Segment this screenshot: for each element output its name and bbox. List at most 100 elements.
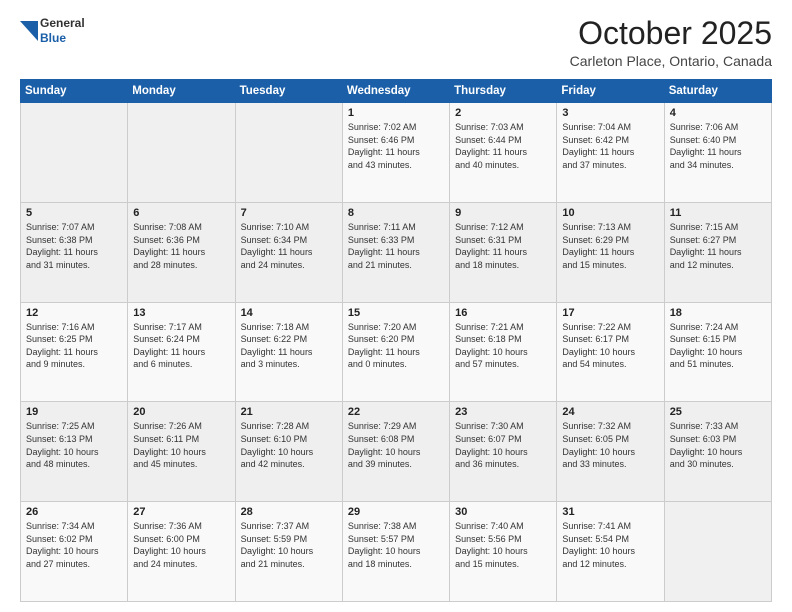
day-info: Sunrise: 7:15 AM Sunset: 6:27 PM Dayligh… — [670, 221, 766, 271]
day-number: 6 — [133, 207, 229, 219]
day-info: Sunrise: 7:13 AM Sunset: 6:29 PM Dayligh… — [562, 221, 658, 271]
day-info: Sunrise: 7:32 AM Sunset: 6:05 PM Dayligh… — [562, 420, 658, 470]
day-number: 27 — [133, 506, 229, 518]
day-number: 20 — [133, 406, 229, 418]
calendar-cell: 5 Sunrise: 7:07 AM Sunset: 6:38 PM Daylig… — [21, 202, 128, 302]
title-block: October 2025 Carleton Place, Ontario, Ca… — [570, 16, 772, 69]
calendar-week-row: 19 Sunrise: 7:25 AM Sunset: 6:13 PM Dayli… — [21, 402, 772, 502]
calendar-cell: 17 Sunrise: 7:22 AM Sunset: 6:17 PM Dayli… — [557, 302, 664, 402]
day-number: 19 — [26, 406, 122, 418]
weekday-header-saturday: Saturday — [664, 80, 771, 103]
calendar-cell: 13 Sunrise: 7:17 AM Sunset: 6:24 PM Dayli… — [128, 302, 235, 402]
day-number: 12 — [26, 307, 122, 319]
day-info: Sunrise: 7:21 AM Sunset: 6:18 PM Dayligh… — [455, 321, 551, 371]
weekday-header-friday: Friday — [557, 80, 664, 103]
calendar-cell: 31 Sunrise: 7:41 AM Sunset: 5:54 PM Dayli… — [557, 502, 664, 602]
day-info: Sunrise: 7:28 AM Sunset: 6:10 PM Dayligh… — [241, 420, 337, 470]
day-info: Sunrise: 7:17 AM Sunset: 6:24 PM Dayligh… — [133, 321, 229, 371]
day-number: 22 — [348, 406, 444, 418]
calendar-cell: 2 Sunrise: 7:03 AM Sunset: 6:44 PM Daylig… — [450, 103, 557, 203]
calendar-cell: 18Sunrise: 7:24 AM Sunset: 6:15 PM Dayli… — [664, 302, 771, 402]
logo: General Blue — [20, 16, 85, 46]
day-number: 7 — [241, 207, 337, 219]
calendar-week-row: 12 Sunrise: 7:16 AM Sunset: 6:25 PM Dayli… — [21, 302, 772, 402]
day-info: Sunrise: 7:36 AM Sunset: 6:00 PM Dayligh… — [133, 520, 229, 570]
day-info: Sunrise: 7:11 AM Sunset: 6:33 PM Dayligh… — [348, 221, 444, 271]
calendar-cell — [21, 103, 128, 203]
weekday-header-monday: Monday — [128, 80, 235, 103]
calendar-cell: 23Sunrise: 7:30 AM Sunset: 6:07 PM Dayli… — [450, 402, 557, 502]
day-info: Sunrise: 7:20 AM Sunset: 6:20 PM Dayligh… — [348, 321, 444, 371]
calendar-cell: 9 Sunrise: 7:12 AM Sunset: 6:31 PM Daylig… — [450, 202, 557, 302]
day-number: 13 — [133, 307, 229, 319]
day-number: 21 — [241, 406, 337, 418]
day-number: 9 — [455, 207, 551, 219]
calendar-cell: 30 Sunrise: 7:40 AM Sunset: 5:56 PM Dayli… — [450, 502, 557, 602]
day-info: Sunrise: 7:16 AM Sunset: 6:25 PM Dayligh… — [26, 321, 122, 371]
calendar-cell: 7 Sunrise: 7:10 AM Sunset: 6:34 PM Daylig… — [235, 202, 342, 302]
day-number: 26 — [26, 506, 122, 518]
calendar-cell: 14Sunrise: 7:18 AM Sunset: 6:22 PM Dayli… — [235, 302, 342, 402]
page: General Blue October 2025 Carleton Place… — [0, 0, 792, 612]
calendar-cell: 12 Sunrise: 7:16 AM Sunset: 6:25 PM Dayli… — [21, 302, 128, 402]
calendar-cell: 21 Sunrise: 7:28 AM Sunset: 6:10 PM Dayli… — [235, 402, 342, 502]
day-number: 4 — [670, 107, 766, 119]
calendar-cell — [235, 103, 342, 203]
day-number: 10 — [562, 207, 658, 219]
calendar-cell: 16 Sunrise: 7:21 AM Sunset: 6:18 PM Dayli… — [450, 302, 557, 402]
day-number: 18 — [670, 307, 766, 319]
day-info: Sunrise: 7:25 AM Sunset: 6:13 PM Dayligh… — [26, 420, 122, 470]
calendar-body: 1 Sunrise: 7:02 AM Sunset: 6:46 PM Daylig… — [21, 103, 772, 602]
day-number: 14 — [241, 307, 337, 319]
calendar-cell: 24Sunrise: 7:32 AM Sunset: 6:05 PM Dayli… — [557, 402, 664, 502]
calendar-header: SundayMondayTuesdayWednesdayThursdayFrid… — [21, 80, 772, 103]
day-info: Sunrise: 7:03 AM Sunset: 6:44 PM Dayligh… — [455, 121, 551, 171]
day-number: 30 — [455, 506, 551, 518]
day-number: 15 — [348, 307, 444, 319]
calendar-cell: 26 Sunrise: 7:34 AM Sunset: 6:02 PM Dayli… — [21, 502, 128, 602]
weekday-header-sunday: Sunday — [21, 80, 128, 103]
logo-triangle-icon — [20, 21, 38, 41]
day-info: Sunrise: 7:37 AM Sunset: 5:59 PM Dayligh… — [241, 520, 337, 570]
day-info: Sunrise: 7:07 AM Sunset: 6:38 PM Dayligh… — [26, 221, 122, 271]
day-number: 17 — [562, 307, 658, 319]
day-number: 29 — [348, 506, 444, 518]
calendar-cell: 6Sunrise: 7:08 AM Sunset: 6:36 PM Daylig… — [128, 202, 235, 302]
weekday-header-tuesday: Tuesday — [235, 80, 342, 103]
day-info: Sunrise: 7:41 AM Sunset: 5:54 PM Dayligh… — [562, 520, 658, 570]
day-info: Sunrise: 7:26 AM Sunset: 6:11 PM Dayligh… — [133, 420, 229, 470]
weekday-header-wednesday: Wednesday — [342, 80, 449, 103]
day-info: Sunrise: 7:12 AM Sunset: 6:31 PM Dayligh… — [455, 221, 551, 271]
day-info: Sunrise: 7:10 AM Sunset: 6:34 PM Dayligh… — [241, 221, 337, 271]
calendar-table: SundayMondayTuesdayWednesdayThursdayFrid… — [20, 79, 772, 602]
day-info: Sunrise: 7:40 AM Sunset: 5:56 PM Dayligh… — [455, 520, 551, 570]
calendar-cell: 11Sunrise: 7:15 AM Sunset: 6:27 PM Dayli… — [664, 202, 771, 302]
weekday-header-thursday: Thursday — [450, 80, 557, 103]
day-number: 2 — [455, 107, 551, 119]
calendar-cell: 28 Sunrise: 7:37 AM Sunset: 5:59 PM Dayli… — [235, 502, 342, 602]
day-info: Sunrise: 7:29 AM Sunset: 6:08 PM Dayligh… — [348, 420, 444, 470]
day-info: Sunrise: 7:22 AM Sunset: 6:17 PM Dayligh… — [562, 321, 658, 371]
day-number: 1 — [348, 107, 444, 119]
day-number: 25 — [670, 406, 766, 418]
calendar-cell — [128, 103, 235, 203]
calendar-week-row: 5 Sunrise: 7:07 AM Sunset: 6:38 PM Daylig… — [21, 202, 772, 302]
day-number: 3 — [562, 107, 658, 119]
day-number: 16 — [455, 307, 551, 319]
day-info: Sunrise: 7:38 AM Sunset: 5:57 PM Dayligh… — [348, 520, 444, 570]
calendar-cell: 8 Sunrise: 7:11 AM Sunset: 6:33 PM Daylig… — [342, 202, 449, 302]
main-title: October 2025 — [570, 16, 772, 51]
day-info: Sunrise: 7:34 AM Sunset: 6:02 PM Dayligh… — [26, 520, 122, 570]
day-info: Sunrise: 7:04 AM Sunset: 6:42 PM Dayligh… — [562, 121, 658, 171]
calendar-cell: 4Sunrise: 7:06 AM Sunset: 6:40 PM Daylig… — [664, 103, 771, 203]
weekday-header-row: SundayMondayTuesdayWednesdayThursdayFrid… — [21, 80, 772, 103]
calendar-cell: 29 Sunrise: 7:38 AM Sunset: 5:57 PM Dayli… — [342, 502, 449, 602]
day-number: 8 — [348, 207, 444, 219]
day-info: Sunrise: 7:02 AM Sunset: 6:46 PM Dayligh… — [348, 121, 444, 171]
header: General Blue October 2025 Carleton Place… — [20, 16, 772, 69]
calendar-cell: 1 Sunrise: 7:02 AM Sunset: 6:46 PM Daylig… — [342, 103, 449, 203]
day-number: 31 — [562, 506, 658, 518]
calendar-cell: 15 Sunrise: 7:20 AM Sunset: 6:20 PM Dayli… — [342, 302, 449, 402]
day-number: 28 — [241, 506, 337, 518]
day-number: 5 — [26, 207, 122, 219]
